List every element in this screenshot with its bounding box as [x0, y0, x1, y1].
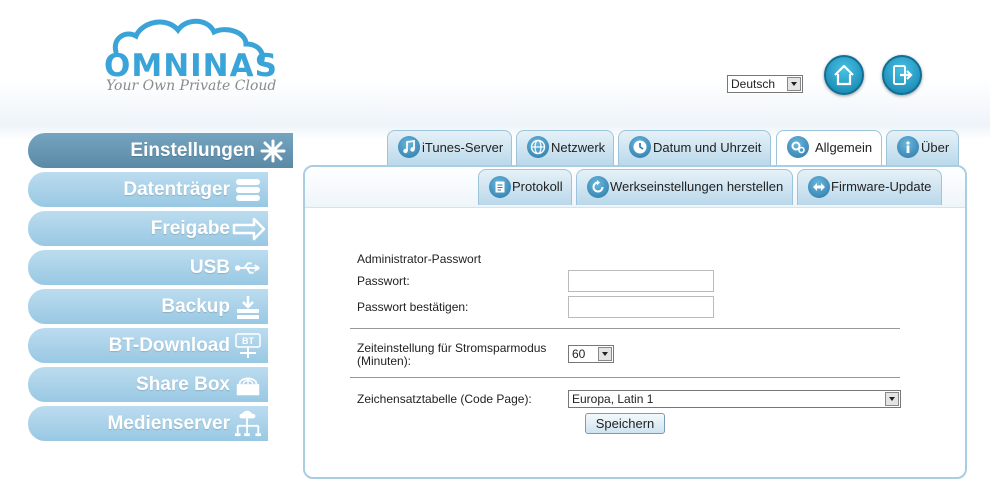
sidebar-item-medienserver[interactable]: Medienserver [28, 406, 268, 441]
sidebar-item-label: Backup [161, 296, 230, 317]
confirm-password-input[interactable] [568, 296, 714, 318]
tab-allgemein[interactable]: Allgemein [776, 130, 882, 167]
sidebar-item-label: BT-Download [108, 335, 230, 356]
sidebar-item-label: Medienserver [107, 413, 230, 434]
music-note-icon [398, 136, 420, 158]
clock-icon [629, 136, 651, 158]
disks-icon [236, 179, 260, 201]
tab-label: iTunes-Server [422, 140, 504, 155]
save-button[interactable]: Speichern [585, 413, 665, 434]
tab-label: Über [921, 140, 950, 155]
tab-itunes-server[interactable]: iTunes-Server [387, 130, 512, 166]
confirm-password-label: Passwort bestätigen: [357, 300, 469, 314]
globe-icon [527, 136, 549, 158]
share-icon [232, 217, 266, 241]
tab-datum-und-uhrzeit[interactable]: Datum und Uhrzeit [618, 130, 771, 166]
settings-icon [260, 139, 286, 163]
log-icon [489, 176, 511, 198]
logout-button[interactable] [882, 55, 922, 95]
subtab-werkseinstellungen[interactable]: Werkseinstellungen herstellen [576, 169, 793, 205]
sleep-label-line1: Zeiteinstellung für Stromsparmodus [357, 341, 547, 355]
usb-icon [234, 262, 260, 274]
sleep-minutes-select[interactable]: 60 [568, 345, 614, 363]
media-server-icon [234, 410, 262, 437]
language-value: Deutsch [731, 77, 776, 91]
home-icon [834, 64, 854, 86]
tab-ueber[interactable]: Über [886, 130, 959, 166]
sidebar-item-freigabe[interactable]: Freigabe [28, 211, 268, 246]
sidebar-item-backup[interactable]: Backup [28, 289, 268, 324]
sleep-minutes-value: 60 [572, 347, 586, 361]
chevron-down-icon [885, 392, 899, 406]
gears-icon [787, 136, 809, 158]
password-label: Passwort: [357, 274, 410, 288]
codepage-label: Zeichensatztabelle (Code Page): [357, 392, 532, 406]
language-select[interactable]: Deutsch [727, 75, 803, 93]
subtab-firmware-update[interactable]: Firmware-Update [797, 169, 942, 205]
chevron-down-icon [598, 347, 612, 361]
backup-icon [237, 296, 259, 319]
sidebar-item-einstellungen[interactable]: Einstellungen [28, 133, 293, 168]
sidebar-item-label: Einstellungen [130, 140, 255, 161]
divider [350, 328, 900, 329]
logo: OMNINAS Your Own Private Cloud [102, 14, 277, 102]
subtab-protokoll[interactable]: Protokoll [478, 169, 572, 205]
password-input[interactable] [568, 270, 714, 292]
sidebar-item-bt-download[interactable]: BT-Download BT [28, 328, 268, 363]
tab-label: Datum und Uhrzeit [653, 140, 762, 155]
codepage-select[interactable]: Europa, Latin 1 [568, 390, 901, 408]
subtab-label: Firmware-Update [831, 179, 932, 194]
tab-label: Allgemein [815, 140, 873, 155]
sidebar-item-usb[interactable]: USB [28, 250, 268, 285]
sidebar-item-label: Freigabe [150, 218, 230, 239]
sidebar-item-datentraeger[interactable]: Datenträger [28, 172, 268, 207]
share-box-icon [236, 377, 260, 396]
logout-icon [893, 65, 913, 85]
tab-netzwerk[interactable]: Netzwerk [516, 130, 614, 166]
svg-text:BT: BT [242, 336, 254, 346]
sidebar-item-label: Datenträger [123, 179, 230, 200]
subtab-label: Protokoll [512, 179, 563, 194]
divider [350, 377, 900, 378]
section-title: Administrator-Passwort [357, 252, 482, 266]
codepage-value: Europa, Latin 1 [572, 392, 654, 406]
sidebar-item-share-box[interactable]: Share Box [28, 367, 268, 402]
home-button[interactable] [824, 55, 864, 95]
bt-download-icon: BT [235, 333, 261, 358]
sidebar-item-label: USB [189, 257, 230, 278]
chevron-down-icon [787, 77, 801, 91]
reset-icon [587, 176, 609, 198]
tab-label: Netzwerk [551, 140, 606, 155]
sleep-label-line2: (Minuten): [357, 354, 412, 368]
info-icon [897, 136, 919, 158]
sidebar-item-label: Share Box [136, 374, 230, 395]
brand-tagline: Your Own Private Cloud [106, 78, 277, 94]
update-icon [808, 176, 830, 198]
subtab-label: Werkseinstellungen herstellen [610, 179, 784, 194]
